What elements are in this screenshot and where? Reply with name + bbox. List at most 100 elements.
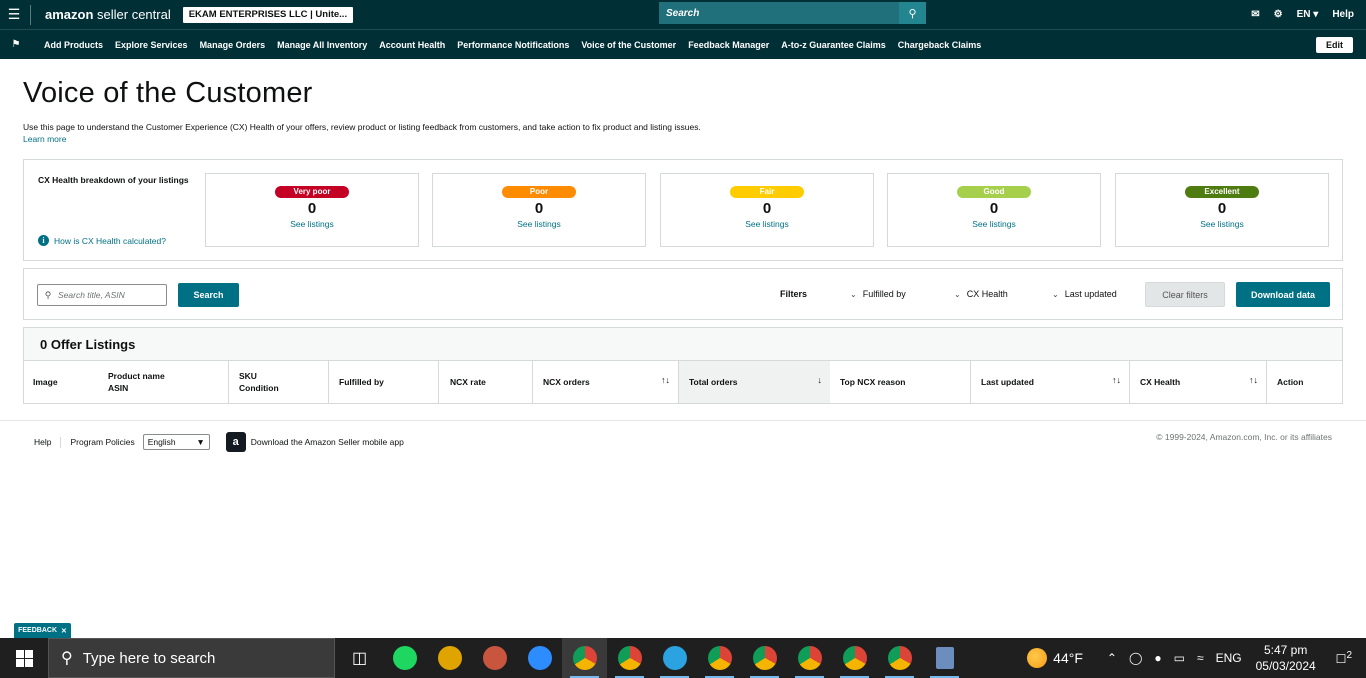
calculator-icon[interactable]: [922, 638, 967, 678]
hamburger-menu-icon[interactable]: ☰: [0, 6, 28, 23]
nav-atoz-claims[interactable]: A-to-z Guarantee Claims: [781, 40, 886, 50]
edit-nav-button[interactable]: Edit: [1316, 37, 1353, 53]
filter-panel: ⚲ Search title, ASIN Search Filters ⌄ Ful…: [23, 268, 1343, 320]
footer-language-value: English: [147, 437, 176, 447]
notification-count: 2: [1346, 650, 1352, 661]
listing-search-button[interactable]: Search: [178, 283, 239, 307]
sort-icon[interactable]: ↑↓: [1249, 375, 1258, 385]
nav-explore-services[interactable]: Explore Services: [115, 40, 188, 50]
footer-language-select[interactable]: English ▼: [142, 434, 210, 450]
fulfilled-by-filter[interactable]: ⌄ Fulfilled by: [850, 289, 906, 299]
input-language[interactable]: ENG: [1216, 651, 1242, 665]
seller-central-logo[interactable]: amazon seller central: [30, 4, 171, 25]
col-last-updated[interactable]: Last updated ↑↓: [970, 361, 1129, 403]
chrome-profile-m-icon[interactable]: [562, 638, 607, 678]
meet-icon[interactable]: ◯: [1129, 651, 1142, 665]
program-policies-link[interactable]: Program Policies: [70, 437, 134, 447]
chevron-up-icon[interactable]: ⌃: [1107, 651, 1117, 665]
cx-card-very-poor: Very poor 0 See listings: [205, 173, 419, 247]
windows-start-icon[interactable]: [0, 649, 48, 667]
zoom-icon[interactable]: [517, 638, 562, 678]
sort-icon[interactable]: ↑↓: [1112, 375, 1121, 385]
nav-manage-orders[interactable]: Manage Orders: [200, 40, 266, 50]
battery-icon[interactable]: ▭: [1174, 651, 1185, 665]
chevron-down-icon: ⌄: [1052, 290, 1059, 299]
feedback-tab[interactable]: FEEDBACK ✕: [14, 623, 71, 638]
search-icon[interactable]: ⚲: [899, 2, 926, 24]
clock-date: 05/03/2024: [1255, 659, 1316, 673]
see-listings-good[interactable]: See listings: [888, 219, 1100, 229]
col-ncx-rate: NCX rate: [438, 361, 532, 403]
col-product-label: Product name: [108, 371, 165, 381]
col-sku: SKU Condition: [228, 361, 328, 403]
see-listings-poor[interactable]: See listings: [433, 219, 645, 229]
weather-widget[interactable]: 44°F: [1027, 648, 1083, 668]
search-icon: ⚲: [44, 289, 52, 300]
sort-icon[interactable]: ↑↓: [661, 375, 670, 385]
taskbar-search[interactable]: ⚲ Type here to search: [48, 638, 335, 678]
col-ncx-orders-label: NCX orders: [543, 377, 590, 387]
cx-count-good: 0: [989, 200, 999, 217]
cx-health-panel: CX Health breakdown of your listings i H…: [23, 159, 1343, 261]
notifications-icon[interactable]: ☐2: [1336, 650, 1352, 666]
col-fulfilled-by: Fulfilled by: [328, 361, 438, 403]
game-app-icon[interactable]: [427, 638, 472, 678]
col-action-label: Action: [1277, 377, 1304, 387]
account-switcher[interactable]: EKAM ENTERPRISES LLC | Unite...: [182, 6, 354, 23]
footer-help-link[interactable]: Help: [34, 437, 51, 447]
listing-search-box[interactable]: ⚲ Search title, ASIN: [37, 284, 167, 306]
col-top-ncx-reason: Top NCX reason: [830, 361, 970, 403]
nav-voice-of-customer[interactable]: Voice of the Customer: [581, 40, 676, 50]
fulfilled-by-label: Fulfilled by: [862, 289, 906, 299]
chrome-profile-r-icon[interactable]: [832, 638, 877, 678]
clear-filters-button[interactable]: Clear filters: [1145, 282, 1225, 307]
close-icon[interactable]: ✕: [61, 627, 67, 635]
nav-account-health[interactable]: Account Health: [379, 40, 445, 50]
learn-more-link[interactable]: Learn more: [23, 134, 66, 144]
chrome-profile-s-icon[interactable]: [742, 638, 787, 678]
spotify-icon[interactable]: [382, 638, 427, 678]
microphone-icon[interactable]: ●: [1154, 651, 1161, 665]
download-app-link[interactable]: Download the Amazon Seller mobile app: [251, 437, 404, 447]
col-cx-health[interactable]: CX Health ↑↓: [1129, 361, 1266, 403]
see-listings-very-poor[interactable]: See listings: [206, 219, 418, 229]
bookmark-icon[interactable]: ⚑: [0, 39, 32, 50]
paint-app-icon[interactable]: [472, 638, 517, 678]
wifi-icon[interactable]: ≈: [1197, 651, 1204, 665]
sort-down-icon[interactable]: ↓: [818, 375, 823, 385]
help-link[interactable]: Help: [1332, 9, 1354, 20]
footer: Help Program Policies English ▼ a Downloa…: [34, 432, 404, 452]
see-listings-excellent[interactable]: See listings: [1116, 219, 1328, 229]
cx-health-calculation-link[interactable]: i How is CX Health calculated?: [38, 235, 166, 246]
chrome-profile-l-icon[interactable]: [697, 638, 742, 678]
chrome-profile-icon[interactable]: [607, 638, 652, 678]
last-updated-filter[interactable]: ⌄ Last updated: [1052, 289, 1117, 299]
clock[interactable]: 5:47 pm 05/03/2024: [1256, 642, 1316, 674]
table-heading: 0 Offer Listings: [24, 328, 1342, 361]
col-total-orders-label: Total orders: [689, 377, 738, 387]
chrome-profile-m2-icon[interactable]: [877, 638, 922, 678]
col-ncx-rate-label: NCX rate: [450, 377, 486, 387]
amazon-app-icon[interactable]: a: [225, 432, 246, 452]
col-sku-label: SKU: [239, 371, 257, 381]
weather-icon: [1027, 648, 1048, 668]
col-action: Action: [1266, 361, 1342, 403]
task-view-icon[interactable]: ◫: [337, 638, 382, 678]
cx-health-filter[interactable]: ⌄ CX Health: [954, 289, 1008, 299]
cx-count-fair: 0: [762, 200, 772, 217]
mail-icon[interactable]: ✉: [1251, 9, 1259, 20]
nav-feedback-manager[interactable]: Feedback Manager: [688, 40, 769, 50]
gear-icon[interactable]: ⚙: [1274, 9, 1283, 20]
col-ncx-orders[interactable]: NCX orders ↑↓: [532, 361, 678, 403]
download-data-button[interactable]: Download data: [1236, 282, 1330, 307]
nav-chargeback-claims[interactable]: Chargeback Claims: [898, 40, 982, 50]
nav-manage-inventory[interactable]: Manage All Inventory: [277, 40, 367, 50]
language-selector[interactable]: EN ▾: [1297, 9, 1319, 20]
telegram-icon[interactable]: [652, 638, 697, 678]
global-search-input[interactable]: [659, 2, 899, 24]
col-total-orders[interactable]: Total orders ↓: [678, 361, 830, 403]
see-listings-fair[interactable]: See listings: [661, 219, 873, 229]
nav-performance-notifications[interactable]: Performance Notifications: [457, 40, 569, 50]
chrome-profile-l2-icon[interactable]: [787, 638, 832, 678]
nav-add-products[interactable]: Add Products: [44, 40, 103, 50]
